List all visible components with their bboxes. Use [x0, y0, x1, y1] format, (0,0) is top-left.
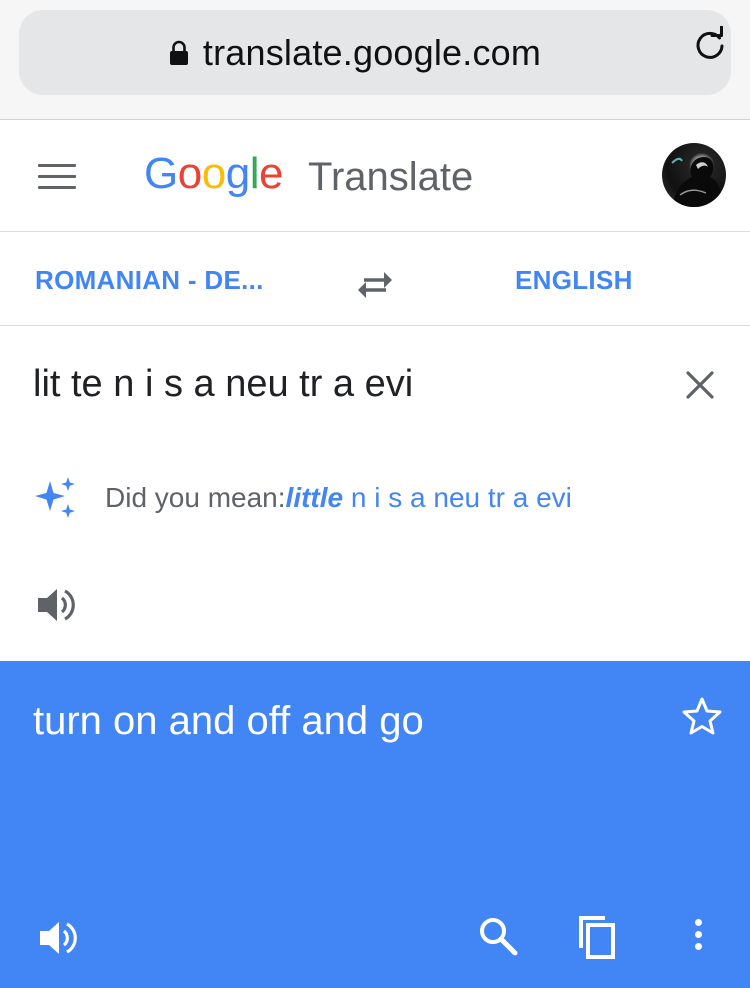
source-language-button[interactable]: ROMANIAN - DE... — [35, 265, 264, 296]
suggestion-link[interactable]: little n i s a neu tr a evi — [286, 482, 572, 514]
speaker-icon[interactable] — [36, 586, 78, 624]
output-speaker-icon[interactable] — [38, 919, 80, 957]
lock-icon — [169, 40, 188, 65]
copy-icon[interactable] — [575, 914, 617, 960]
browser-bar: translate.google.com — [0, 0, 750, 120]
did-you-mean-label: Did you mean: — [105, 482, 286, 513]
suggestion-rest: n i s a neu tr a evi — [343, 482, 572, 513]
reload-icon[interactable] — [692, 26, 728, 62]
language-bar: ROMANIAN - DE... ENGLISH — [0, 233, 750, 326]
user-avatar[interactable] — [662, 143, 726, 207]
target-language-button[interactable]: ENGLISH — [515, 265, 633, 296]
source-text-area[interactable]: lit te n i s a neu tr a evi Did you mean… — [0, 327, 750, 661]
url-text: translate.google.com — [202, 31, 542, 73]
sparkle-icon — [35, 477, 75, 518]
translation-card: turn on and off and go — [0, 661, 750, 988]
suggested-word: little — [285, 482, 344, 513]
close-icon[interactable] — [684, 369, 716, 401]
did-you-mean-row: Did you mean: little n i s a neu tr a ev… — [33, 475, 572, 521]
product-name: Translate — [308, 155, 474, 199]
translated-text: turn on and off and go — [33, 699, 424, 743]
app-header: Google Translate — [0, 121, 750, 232]
source-text[interactable]: lit te n i s a neu tr a evi — [33, 363, 413, 406]
star-outline-icon[interactable] — [682, 696, 722, 736]
hamburger-menu-icon[interactable] — [38, 164, 76, 190]
more-vert-icon[interactable] — [688, 919, 708, 959]
swap-arrows-icon[interactable] — [356, 269, 394, 299]
google-logo: Google — [144, 149, 283, 198]
address-bar[interactable]: translate.google.com — [19, 10, 731, 95]
search-icon[interactable] — [478, 916, 518, 956]
